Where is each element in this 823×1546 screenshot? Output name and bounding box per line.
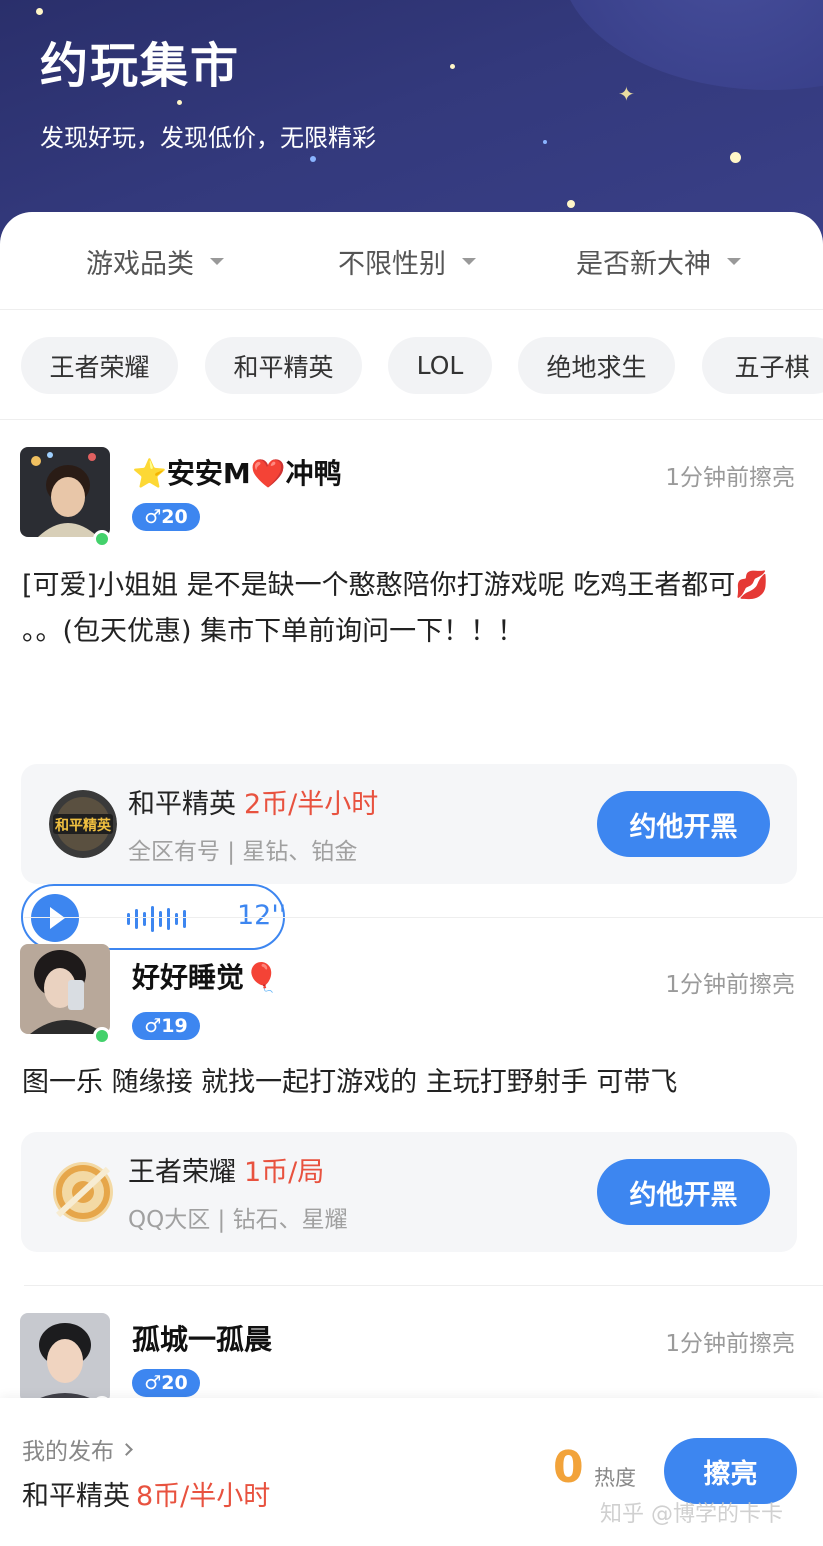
invite-play-button[interactable]: 约他开黑: [597, 791, 770, 857]
avatar-image: [20, 1313, 110, 1398]
avatar[interactable]: [20, 447, 110, 537]
my-service: 和平精英 8币/半小时: [22, 1474, 270, 1513]
avatar[interactable]: [20, 1313, 110, 1398]
username[interactable]: 孤城一孤晨: [132, 1318, 272, 1358]
polish-time: 1分钟前擦亮: [665, 465, 795, 491]
content-sheet: 游戏品类 不限性别 是否新大神 王者荣耀 和平精英 LOL 绝地求生 五子棋 ⭐…: [0, 212, 823, 1398]
star-decoration: [310, 156, 316, 162]
filter-label: 游戏品类: [86, 249, 194, 280]
gender-age-badge: ♂20: [132, 1369, 200, 1397]
caret-down-icon: [462, 258, 476, 265]
heping-jingying-logo-icon: 和平精英: [49, 790, 117, 858]
page-subtitle: 发现好玩，发现低价，无限精彩: [40, 124, 376, 152]
chip-gomoku[interactable]: 五子棋: [702, 337, 823, 394]
bottom-bar: 我的发布 和平精英 8币/半小时 0 热度 擦亮 知乎 @博学的卡卡: [0, 1398, 823, 1546]
heat-value: 0: [553, 1442, 584, 1493]
post-description: 图一乐 随缘接 就找一起打游戏的 主玩打野射手 可带飞: [22, 1067, 678, 1098]
page-title: 约玩集市: [40, 38, 241, 94]
filter-label: 是否新大神: [576, 249, 711, 280]
service-detail: 全区有号 | 星钻、铂金: [128, 839, 358, 865]
sparkle-icon: ✦: [618, 82, 635, 106]
chip-wangzhe[interactable]: 王者荣耀: [21, 337, 178, 394]
filter-gender[interactable]: 不限性别: [338, 242, 476, 281]
star-decoration: [543, 140, 547, 144]
service-card[interactable]: 王者荣耀 1币/局 QQ大区 | 钻石、星耀 约他开黑: [21, 1132, 797, 1252]
service-price: 2币/半小时: [244, 789, 379, 820]
filter-new-master[interactable]: 是否新大神: [576, 242, 741, 281]
logo-text: 和平精英: [55, 817, 112, 834]
wangzhe-rongyao-logo-icon: [53, 1162, 113, 1222]
my-service-game: 和平精英: [22, 1481, 130, 1512]
username[interactable]: 好好睡觉🎈: [132, 956, 279, 996]
polish-button[interactable]: 擦亮: [664, 1438, 797, 1504]
game-chip-row: 王者荣耀 和平精英 LOL 绝地求生 五子棋: [0, 310, 823, 420]
filter-bar: 游戏品类 不限性别 是否新大神: [0, 212, 823, 310]
polish-time: 1分钟前擦亮: [665, 1331, 795, 1357]
my-post-link[interactable]: 我的发布: [22, 1432, 133, 1466]
filter-game-category[interactable]: 游戏品类: [86, 242, 224, 281]
avatar-image: [20, 944, 110, 1034]
star-decoration: [177, 100, 182, 105]
online-status-dot: [93, 530, 111, 548]
service-detail: QQ大区 | 钻石、星耀: [128, 1207, 348, 1233]
my-service-price: 8币/半小时: [136, 1481, 271, 1512]
star-decoration: [567, 200, 575, 208]
service-game-name: 王者荣耀: [128, 1157, 236, 1188]
avatar-image: [20, 447, 110, 537]
chip-pubg[interactable]: 绝地求生: [518, 337, 675, 394]
filter-label: 不限性别: [338, 249, 446, 280]
service-game-name: 和平精英: [128, 789, 236, 820]
caret-down-icon: [727, 258, 741, 265]
service-game: 和平精英 2币/半小时: [128, 782, 378, 821]
caret-down-icon: [210, 258, 224, 265]
service-price: 1币/局: [244, 1157, 325, 1188]
online-status-dot: [93, 1027, 111, 1045]
star-decoration: [450, 64, 455, 69]
chip-lol[interactable]: LOL: [388, 337, 492, 394]
watermark: 知乎 @博学的卡卡: [600, 1502, 783, 1527]
post-description: [可爱]小姐姐 是不是缺一个憨憨陪你打游戏呢 吃鸡王者都可💋 。。(包天优惠) …: [22, 570, 769, 647]
star-decoration: [36, 8, 43, 15]
post-card[interactable]: 孤城一孤晨 ♂20 1分钟前擦亮: [0, 1286, 823, 1398]
polish-time: 1分钟前擦亮: [665, 972, 795, 998]
service-card[interactable]: 和平精英 和平精英 2币/半小时 全区有号 | 星钻、铂金 约他开黑: [21, 764, 797, 884]
username[interactable]: ⭐安安M❤️冲鸭: [132, 452, 342, 492]
avatar[interactable]: [20, 944, 110, 1034]
chevron-right-icon: [120, 1442, 133, 1456]
service-game: 王者荣耀 1币/局: [128, 1150, 324, 1189]
invite-play-button[interactable]: 约他开黑: [597, 1159, 770, 1225]
star-decoration: [730, 152, 741, 163]
heat-label: 热度: [594, 1466, 636, 1490]
my-post-label: 我的发布: [22, 1439, 114, 1465]
gender-age-badge: ♂19: [132, 1012, 200, 1040]
chip-heping[interactable]: 和平精英: [205, 337, 362, 394]
gender-age-badge: ♂20: [132, 503, 200, 531]
planet-decoration: [560, 0, 823, 90]
